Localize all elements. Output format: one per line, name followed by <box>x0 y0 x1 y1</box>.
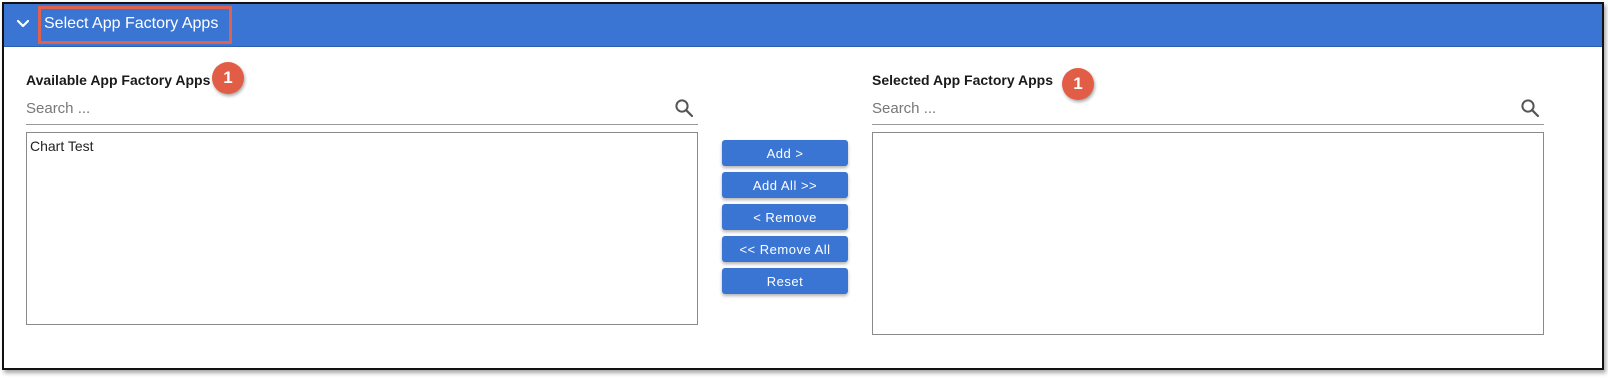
remove-all-button[interactable]: << Remove All <box>722 236 848 262</box>
selected-search <box>872 94 1544 125</box>
available-search <box>26 94 698 125</box>
panel-title: Select App Factory Apps <box>44 15 219 32</box>
search-icon[interactable] <box>674 98 694 118</box>
remove-button[interactable]: < Remove <box>722 204 848 230</box>
add-all-button[interactable]: Add All >> <box>722 172 848 198</box>
app-factory-panel: Select App Factory Apps Available App Fa… <box>2 2 1604 370</box>
available-apps-list[interactable]: Chart Test <box>26 132 698 325</box>
search-icon[interactable] <box>1520 98 1540 118</box>
panel-header[interactable]: Select App Factory Apps <box>4 4 1602 47</box>
available-search-input[interactable] <box>26 94 664 122</box>
step-badge-available: 1 <box>212 62 244 94</box>
selected-apps-list[interactable] <box>872 132 1544 335</box>
selected-search-input[interactable] <box>872 94 1510 122</box>
available-apps-label: Available App Factory Apps <box>26 72 211 88</box>
chevron-down-icon[interactable] <box>16 17 30 31</box>
add-button[interactable]: Add > <box>722 140 848 166</box>
reset-button[interactable]: Reset <box>722 268 848 294</box>
selected-apps-label: Selected App Factory Apps <box>872 72 1054 88</box>
list-item[interactable]: Chart Test <box>27 133 697 154</box>
